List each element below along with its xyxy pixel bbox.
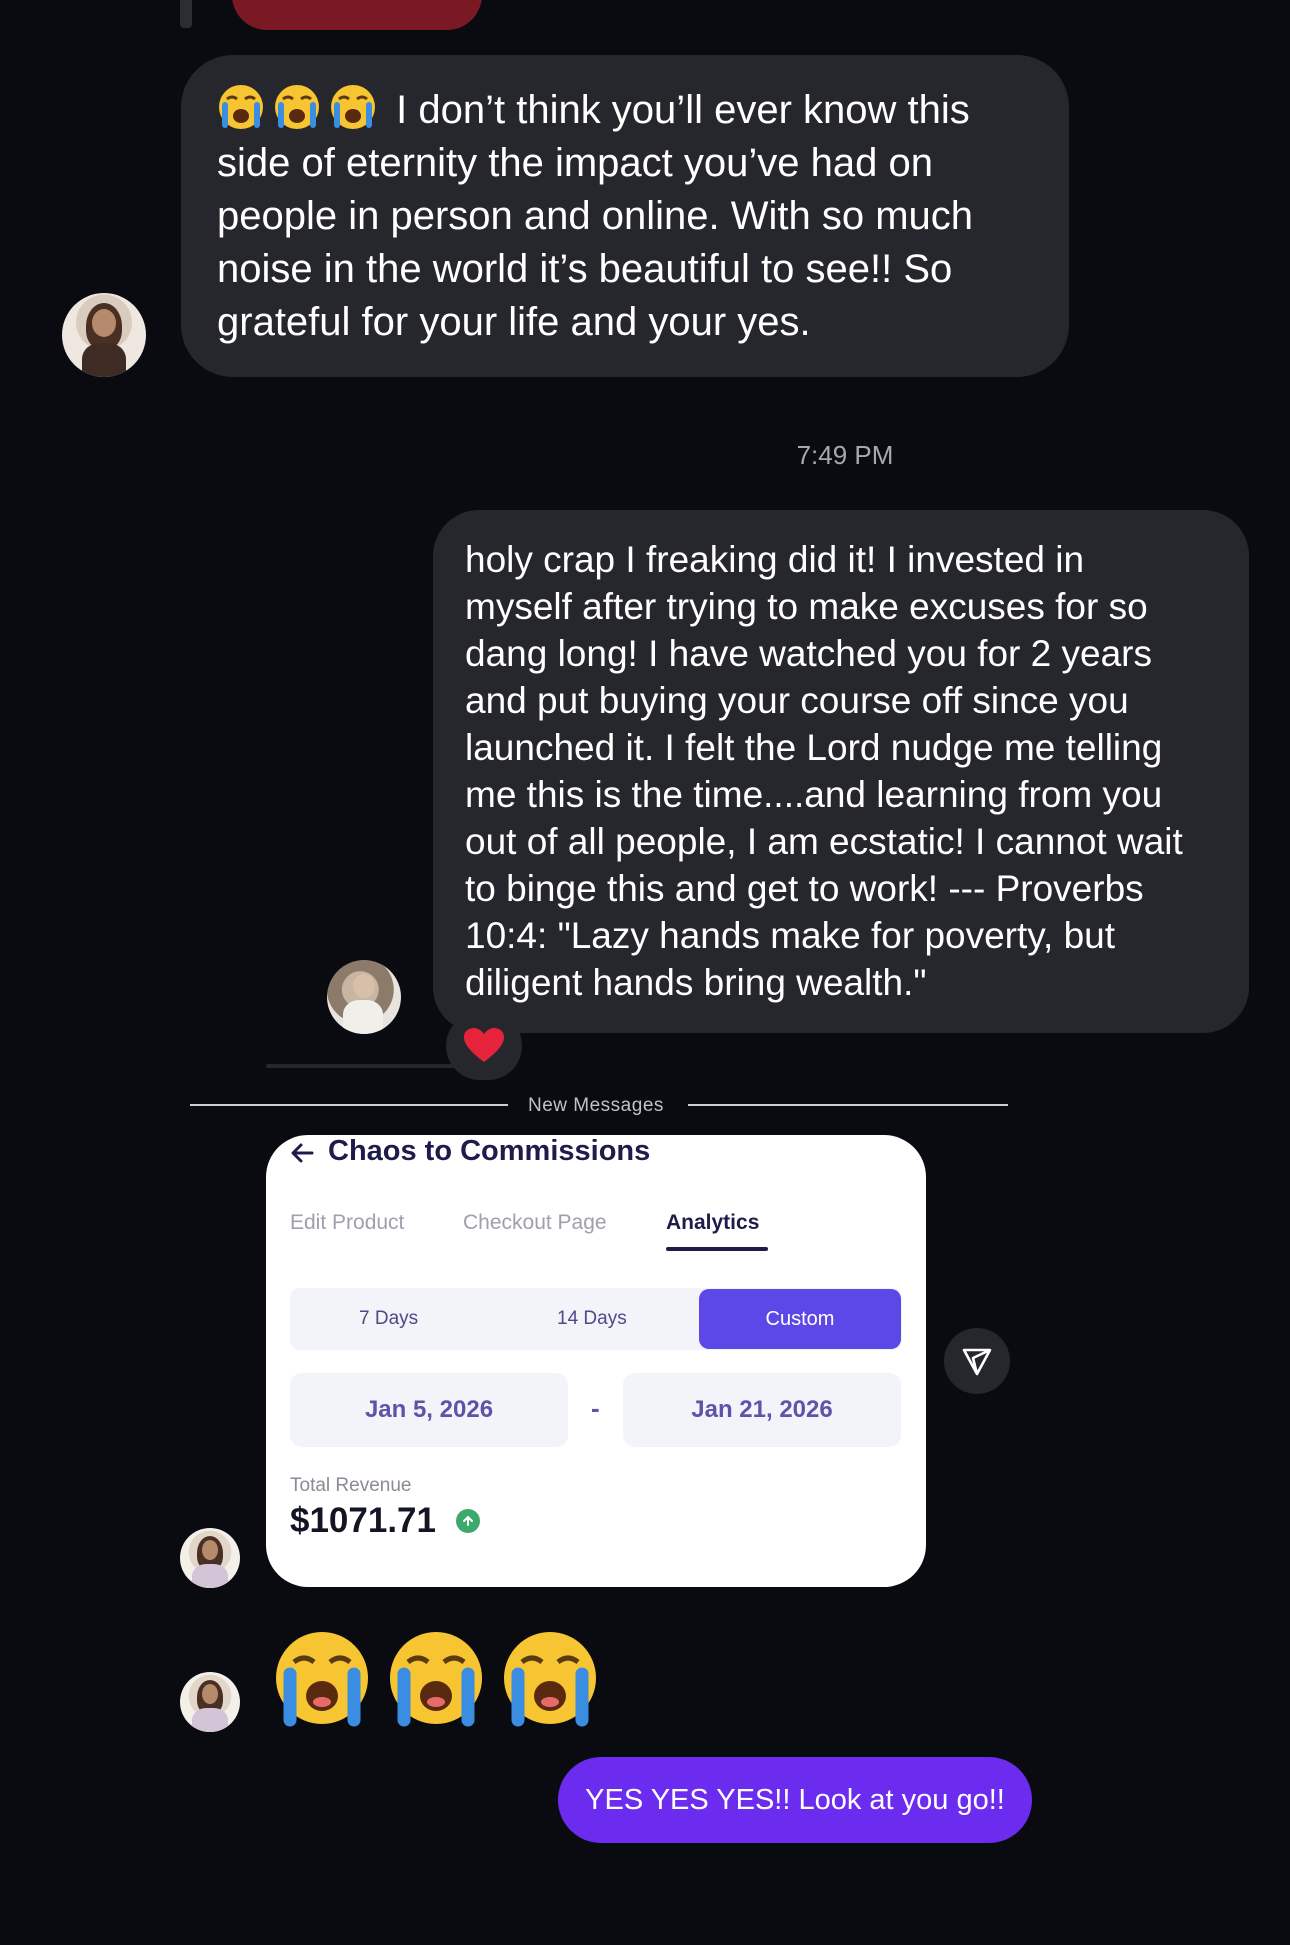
active-tab-indicator [666, 1247, 768, 1251]
avatar[interactable] [180, 1528, 240, 1588]
message-line-5: launched it. I felt the Lord nudge me te… [465, 727, 1163, 768]
avatar[interactable] [180, 1672, 240, 1732]
new-messages-label: New Messages [528, 1095, 664, 1116]
arrow-left-icon[interactable] [288, 1139, 316, 1167]
date-separator: - [591, 1393, 600, 1423]
message-line-5: grateful for your life and your yes. [217, 300, 811, 344]
avatar[interactable] [62, 293, 146, 377]
message-bubble[interactable]: I don’t think you’ll ever know this side… [181, 55, 1069, 377]
range-custom-button[interactable]: Custom [699, 1289, 901, 1349]
message-line-9: 10:4: "Lazy hands make for poverty, but [465, 915, 1116, 956]
share-button[interactable] [944, 1328, 1010, 1394]
new-messages-divider-left [190, 1104, 508, 1106]
message-line-4: noise in the world it’s beautiful to see… [217, 247, 953, 291]
message-text: YES YES YES!! Look at you go!! [585, 1783, 1005, 1816]
paper-plane-icon [962, 1348, 992, 1376]
total-revenue-value: $1071.71 [290, 1501, 436, 1540]
heart-icon [464, 1028, 504, 1062]
start-date-field[interactable]: Jan 5, 2026 [290, 1373, 568, 1447]
message-text: holy crap I freaking did it! I invested … [465, 536, 1245, 1006]
heart-reaction[interactable] [446, 1012, 522, 1080]
crying-face-icon [390, 1632, 482, 1727]
arrow-up-icon [456, 1509, 480, 1533]
message-line-2: myself after trying to make excuses for … [465, 586, 1148, 627]
message-line-3: people in person and online. With so muc… [217, 194, 974, 238]
range-7-days-button[interactable]: 7 Days [359, 1308, 418, 1330]
tab-analytics[interactable]: Analytics [666, 1211, 759, 1235]
crying-face-icon [504, 1632, 596, 1727]
tab-checkout-page[interactable]: Checkout Page [463, 1211, 607, 1235]
range-14-days-button[interactable]: 14 Days [557, 1308, 627, 1330]
end-date-field[interactable]: Jan 21, 2026 [623, 1373, 901, 1447]
product-title: Chaos to Commissions [328, 1135, 651, 1167]
shared-screenshot-card[interactable]: Chaos to Commissions Edit Product Checko… [266, 1135, 926, 1587]
reaction-connector [266, 1064, 456, 1068]
crying-face-icon [276, 1632, 368, 1727]
previous-message-bubble[interactable] [232, 0, 482, 30]
crying-face-icon [275, 85, 319, 129]
tab-edit-product[interactable]: Edit Product [290, 1211, 404, 1235]
message-line-2: side of eternity the impact you’ve had o… [217, 141, 933, 185]
message-bubble[interactable]: holy crap I freaking did it! I invested … [433, 510, 1249, 1033]
message-timestamp: 7:49 PM [796, 440, 894, 470]
scroll-indicator [180, 0, 192, 28]
outgoing-message-bubble[interactable]: YES YES YES!! Look at you go!! [558, 1757, 1032, 1843]
message-line-1: holy crap I freaking did it! I invested … [465, 539, 1085, 580]
crying-face-icon [331, 85, 375, 129]
message-line-3: dang long! I have watched you for 2 year… [465, 633, 1152, 674]
message-line-4: and put buying your course off since you [465, 680, 1129, 721]
message-line-7: out of all people, I am ecstatic! I cann… [465, 821, 1183, 862]
message-text: I don’t think you’ll ever know this side… [217, 83, 1057, 349]
message-line-10: diligent hands bring wealth." [465, 962, 927, 1003]
new-messages-divider-right [688, 1104, 1008, 1106]
avatar[interactable] [327, 960, 401, 1034]
message-line-1: I don’t think you’ll ever know this [217, 83, 1057, 137]
message-line-6: me this is the time....and learning from… [465, 774, 1163, 815]
message-line-8: to binge this and get to work! --- Prove… [465, 868, 1144, 909]
crying-face-icon [219, 85, 263, 129]
total-revenue-label: Total Revenue [290, 1475, 412, 1496]
emoji-message[interactable] [272, 1628, 600, 1728]
